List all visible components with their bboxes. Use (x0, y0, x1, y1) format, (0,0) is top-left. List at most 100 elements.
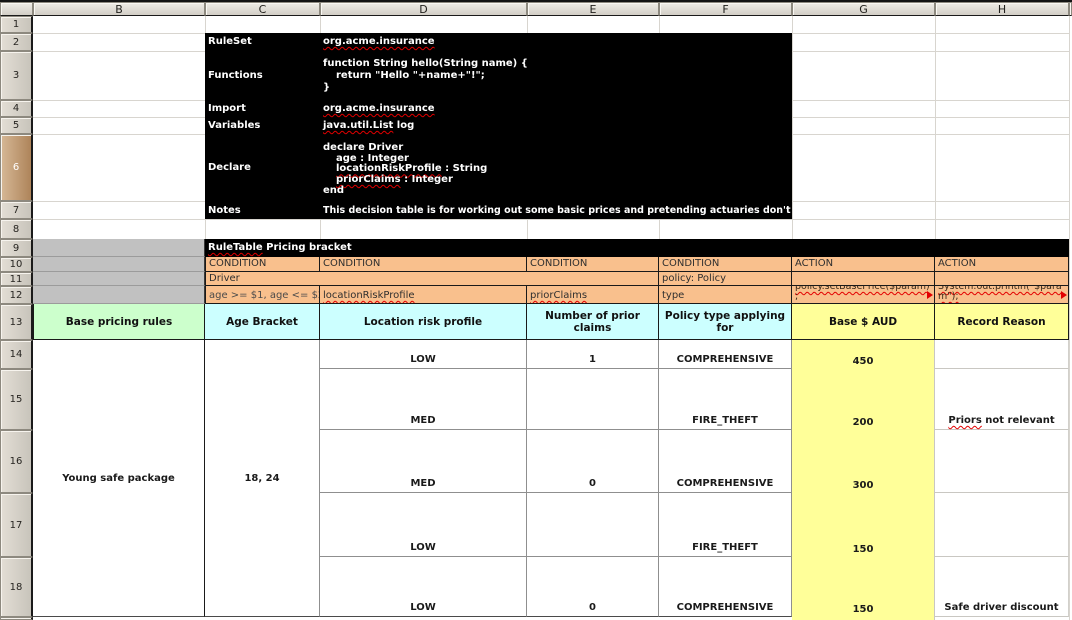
cell-driver-c11[interactable]: Driver (205, 272, 659, 286)
cell-reason-r14[interactable] (935, 340, 1069, 369)
cell-action-expr-h12[interactable]: System.out.println("$para m"); (935, 286, 1069, 304)
cell-condition-f10[interactable]: CONDITION (659, 257, 792, 272)
cell-location-r17[interactable]: LOW (320, 493, 527, 557)
cell-reason-r18[interactable]: Safe driver discount (935, 557, 1069, 617)
cell-age-expr-c12[interactable]: age >= $1, age <= $2 (205, 286, 320, 304)
cell-b11[interactable] (33, 272, 205, 286)
column-letter: D (419, 2, 428, 16)
cell-policy-r16[interactable]: COMPREHENSIVE (659, 430, 792, 493)
row-header-11[interactable]: 11 (0, 272, 33, 286)
row-header-5[interactable]: 5 (0, 117, 33, 134)
row-header-12[interactable]: 12 (0, 286, 33, 304)
cell-policy-r17[interactable]: FIRE_THEFT (659, 493, 792, 557)
column-header-d[interactable]: D (320, 2, 527, 16)
cell-import[interactable]: Import org.acme.insurance (205, 100, 792, 117)
row-header-13[interactable]: 13 (0, 304, 33, 340)
column-letter: F (722, 2, 729, 16)
cell-b12[interactable] (33, 286, 205, 304)
row-header-14[interactable]: 14 (0, 340, 33, 369)
cell-b9[interactable] (33, 239, 205, 257)
column-header-b[interactable]: B (33, 2, 205, 16)
column-header-c[interactable]: C (205, 2, 320, 16)
select-all-corner[interactable] (0, 2, 33, 16)
cell-g11[interactable] (792, 272, 935, 286)
cell-condition-c10[interactable]: CONDITION (205, 257, 320, 272)
cell-condition-d10[interactable]: CONDITION (320, 257, 527, 272)
cell-declare[interactable]: Declare declare Driver age : Integer loc… (205, 134, 792, 201)
cell-header-prior-claims[interactable]: Number of prior claims (527, 304, 659, 340)
functions-label: Functions (208, 70, 263, 81)
row-header-17[interactable]: 17 (0, 493, 33, 557)
cell-notes[interactable]: Notes This decision table is for working… (205, 205, 820, 219)
cell-ruletable-title[interactable]: RuleTable Pricing bracket (205, 239, 1069, 257)
cell-price-r17[interactable]: 150 (792, 540, 934, 557)
cell-condition-e10[interactable]: CONDITION (527, 257, 659, 272)
cell-location-r14[interactable]: LOW (320, 340, 527, 369)
cell-price-r18[interactable]: 150 (792, 600, 934, 617)
column-letter: B (115, 2, 123, 16)
cell-reason-r16[interactable] (935, 430, 1069, 493)
row-number: 12 (9, 289, 23, 301)
cell-functions[interactable]: Functions function String hello(String n… (205, 51, 792, 100)
row-header-2[interactable]: 2 (0, 33, 33, 51)
row-number: 2 (12, 36, 20, 48)
cell-loc-expr-d12[interactable]: locationRiskProfile (320, 286, 527, 304)
row-header-10[interactable]: 10 (0, 257, 33, 272)
cell-policy-r18[interactable]: COMPREHENSIVE (659, 557, 792, 617)
cell-action-expr-g12[interactable]: policy.setBasePrice($param) ; (792, 286, 935, 304)
column-header-e[interactable]: E (527, 2, 659, 16)
row-header-4[interactable]: 4 (0, 100, 33, 117)
cell-reason-r15[interactable]: Priors not relevant (935, 369, 1069, 430)
cell-location-r15[interactable]: MED (320, 369, 527, 430)
column-letter: E (589, 2, 597, 16)
row-header-3[interactable]: 3 (0, 51, 33, 100)
row-header-7[interactable]: 7 (0, 201, 33, 219)
cell-claims-r15[interactable] (527, 369, 659, 430)
column-header-f[interactable]: F (659, 2, 792, 16)
notes-value: This decision table is for working out s… (323, 205, 820, 216)
row-header-18[interactable]: 18 (0, 557, 33, 617)
column-header-h[interactable]: H (935, 2, 1069, 16)
cell-claims-r16[interactable]: 0 (527, 430, 659, 493)
cell-claims-r18[interactable]: 0 (527, 557, 659, 617)
cell-header-record-reason[interactable]: Record Reason (935, 304, 1069, 340)
cell-header-policy-type[interactable]: Policy type applying for (659, 304, 792, 340)
cell-group-label[interactable]: Young safe package (33, 340, 205, 617)
row-header-8[interactable]: 8 (0, 219, 33, 239)
gridline (1069, 16, 1070, 620)
row-header-15[interactable]: 15 (0, 369, 33, 430)
row-number: 16 (9, 456, 23, 467)
action2-code: System.out.println("$para m"); (938, 286, 1062, 302)
cell-b10[interactable] (33, 257, 205, 272)
cell-header-base-aud[interactable]: Base $ AUD (792, 304, 935, 340)
cell-claims-r14[interactable]: 1 (527, 340, 659, 369)
row-header-6-selected[interactable]: 6 (0, 134, 33, 201)
cell-reason-r17[interactable] (935, 493, 1069, 557)
cell-policy-r14[interactable]: COMPREHENSIVE (659, 340, 792, 369)
cell-header-age-bracket[interactable]: Age Bracket (205, 304, 320, 340)
cell-variables[interactable]: Variables java.util.List log (205, 117, 792, 134)
cell-action-g10[interactable]: ACTION (792, 257, 935, 272)
cell-price-r14[interactable]: 450 (792, 352, 934, 369)
cell-price-r15[interactable]: 200 (792, 413, 934, 430)
cell-location-r16[interactable]: MED (320, 430, 527, 493)
cell-ruleset[interactable]: RuleSet org.acme.insurance (205, 36, 792, 51)
cell-claims-r17[interactable] (527, 493, 659, 557)
cell-action-h10[interactable]: ACTION (935, 257, 1069, 272)
variables-label: Variables (208, 120, 261, 131)
row-header-9[interactable]: 9 (0, 239, 33, 257)
cell-h11[interactable] (935, 272, 1069, 286)
cell-policy-r15[interactable]: FIRE_THEFT (659, 369, 792, 430)
cell-price-r16[interactable]: 300 (792, 476, 934, 493)
cell-header-location-risk[interactable]: Location risk profile (320, 304, 527, 340)
cell-prior-expr-e12[interactable]: priorClaims (527, 286, 659, 304)
cell-age-bracket-value[interactable]: 18, 24 (205, 340, 320, 617)
row-header-16[interactable]: 16 (0, 430, 33, 493)
cell-type-expr-f12[interactable]: type (659, 286, 792, 304)
cell-location-r18[interactable]: LOW (320, 557, 527, 617)
row-number: 18 (9, 581, 23, 593)
column-header-g[interactable]: G (792, 2, 935, 16)
row-header-1[interactable]: 1 (0, 16, 33, 33)
cell-header-base-pricing-rules[interactable]: Base pricing rules (33, 304, 205, 340)
cell-policy-f11[interactable]: policy: Policy (659, 272, 792, 286)
